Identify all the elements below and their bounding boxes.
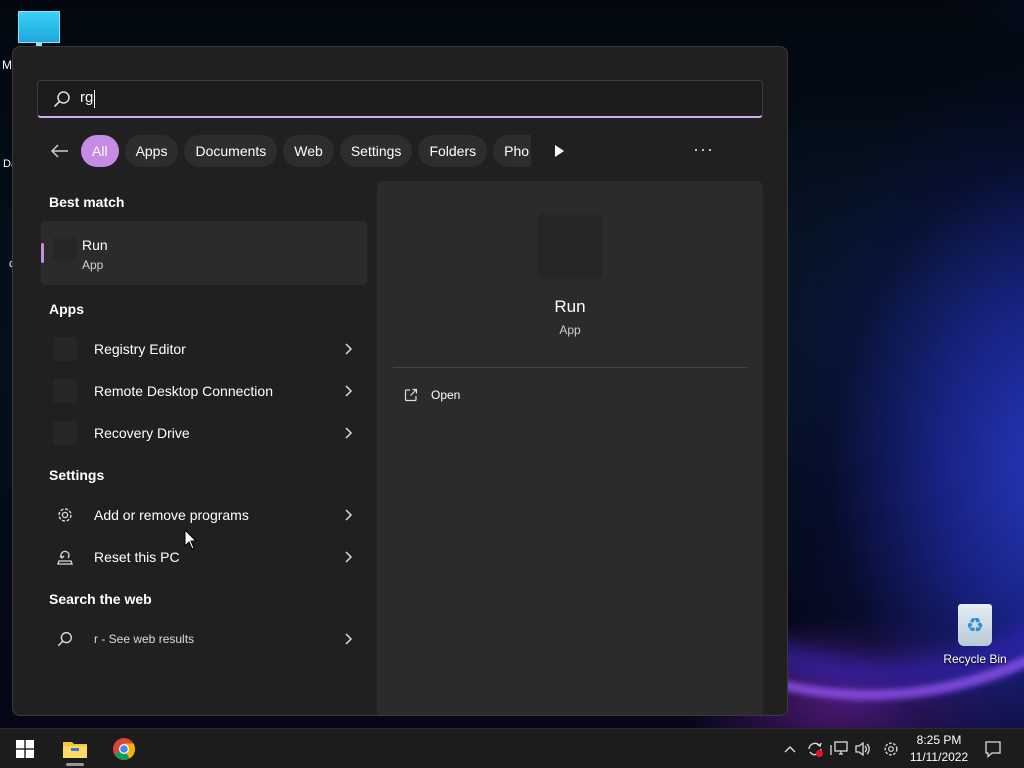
- desktop-monitor-icon[interactable]: [18, 11, 60, 47]
- active-app-indicator: [66, 763, 84, 766]
- search-input[interactable]: rg: [37, 80, 763, 118]
- start-search-panel: rg All Apps Documents Web Settings Folde…: [12, 46, 788, 716]
- gear-icon: [53, 503, 77, 527]
- windows-logo-icon: [16, 740, 34, 758]
- taskbar-clock[interactable]: 8:25 PM 11/11/2022: [906, 732, 972, 766]
- settings-result-label: Reset this PC: [94, 549, 180, 565]
- network-icon: [830, 741, 848, 755]
- notification-icon: [985, 741, 1001, 758]
- settings-result-label: Add or remove programs: [94, 507, 249, 523]
- best-match-type: App: [82, 258, 104, 272]
- best-match-name: Run: [82, 237, 108, 253]
- chevron-right-icon[interactable]: [341, 384, 355, 398]
- search-icon: [54, 90, 70, 107]
- recovery-drive-icon: [53, 421, 77, 445]
- text-caret: [94, 89, 96, 108]
- recycle-bin[interactable]: Recycle Bin: [940, 600, 1010, 666]
- file-explorer-button[interactable]: [58, 734, 92, 766]
- more-options-icon[interactable]: ···: [693, 139, 714, 160]
- settings-tray[interactable]: [880, 729, 902, 768]
- filter-chip-photos[interactable]: Pho: [493, 135, 532, 167]
- search-icon: [53, 627, 77, 651]
- app-result-registry-editor[interactable]: Registry Editor: [41, 330, 367, 368]
- app-result-label: Recovery Drive: [94, 425, 190, 441]
- best-match-heading: Best match: [49, 194, 125, 210]
- web-result-see-results[interactable]: r - See web results: [41, 620, 367, 658]
- settings-result-reset-pc[interactable]: Reset this PC: [41, 538, 367, 576]
- filter-chip-all[interactable]: All: [81, 135, 119, 167]
- app-result-remote-desktop[interactable]: Remote Desktop Connection: [41, 372, 367, 410]
- chrome-icon: [113, 738, 135, 760]
- app-result-label: Remote Desktop Connection: [94, 383, 273, 399]
- result-preview-pane: Run App Open: [377, 181, 763, 715]
- filter-chip-apps[interactable]: Apps: [124, 135, 179, 167]
- settings-heading: Settings: [49, 467, 105, 483]
- clock-time: 8:25 PM: [916, 733, 962, 747]
- web-result-label: r - See web results: [94, 632, 195, 646]
- taskbar: 8:25 PM 11/11/2022: [0, 728, 1024, 768]
- app-result-label: Registry Editor: [94, 341, 186, 357]
- chevron-right-icon[interactable]: [341, 632, 355, 646]
- filter-chip-web[interactable]: Web: [283, 135, 334, 167]
- apps-heading: Apps: [49, 301, 84, 317]
- app-result-recovery-drive[interactable]: Recovery Drive: [41, 414, 367, 452]
- scroll-filters-right-icon[interactable]: [551, 143, 567, 159]
- run-app-large-icon: [537, 213, 603, 279]
- filter-chip-documents[interactable]: Documents: [184, 135, 278, 167]
- filter-chip-folders[interactable]: Folders: [418, 135, 488, 167]
- sync-alert-icon: [808, 742, 823, 757]
- preview-app-name: Run: [554, 297, 586, 316]
- registry-editor-icon: [53, 337, 77, 361]
- open-action-label: Open: [431, 388, 461, 402]
- open-action[interactable]: Open: [403, 387, 460, 403]
- remote-desktop-icon: [53, 379, 77, 403]
- notifications-button[interactable]: [982, 729, 1004, 768]
- filter-chip-settings[interactable]: Settings: [339, 135, 413, 167]
- run-app-icon: [53, 237, 77, 261]
- chevron-right-icon[interactable]: [341, 550, 355, 564]
- mouse-cursor-icon: [184, 529, 198, 550]
- reset-pc-icon: [53, 545, 77, 569]
- volume-tray[interactable]: [852, 729, 874, 768]
- best-match-run[interactable]: Run App: [41, 221, 367, 285]
- chevron-right-icon[interactable]: [341, 426, 355, 440]
- recycle-bin-label: Recycle Bin: [943, 652, 1007, 666]
- gear-icon: [884, 742, 898, 756]
- clock-date: 11/11/2022: [909, 750, 969, 764]
- desktop-edge-label-1: M: [2, 58, 12, 72]
- start-button[interactable]: [10, 735, 40, 763]
- network-tray[interactable]: [828, 729, 850, 768]
- search-query-text: rg: [80, 89, 96, 108]
- chrome-button[interactable]: [108, 734, 140, 764]
- search-web-heading: Search the web: [49, 591, 152, 607]
- chevron-up-icon: [784, 746, 796, 753]
- chevron-right-icon[interactable]: [341, 342, 355, 356]
- chevron-right-icon[interactable]: [341, 508, 355, 522]
- preview-divider: [393, 367, 747, 368]
- selection-indicator: [41, 243, 44, 263]
- preview-app-type: App: [559, 323, 581, 337]
- search-filter-bar: All Apps Documents Web Settings Folders …: [49, 135, 567, 167]
- volume-icon: [855, 741, 870, 757]
- show-hidden-icons-button[interactable]: [782, 729, 798, 768]
- back-arrow-icon[interactable]: [49, 140, 71, 162]
- open-external-icon: [404, 388, 418, 402]
- folder-icon: [63, 742, 87, 758]
- settings-result-add-remove-programs[interactable]: Add or remove programs: [41, 496, 367, 534]
- update-status-tray[interactable]: [804, 729, 826, 768]
- recycle-bin-icon: [958, 604, 992, 646]
